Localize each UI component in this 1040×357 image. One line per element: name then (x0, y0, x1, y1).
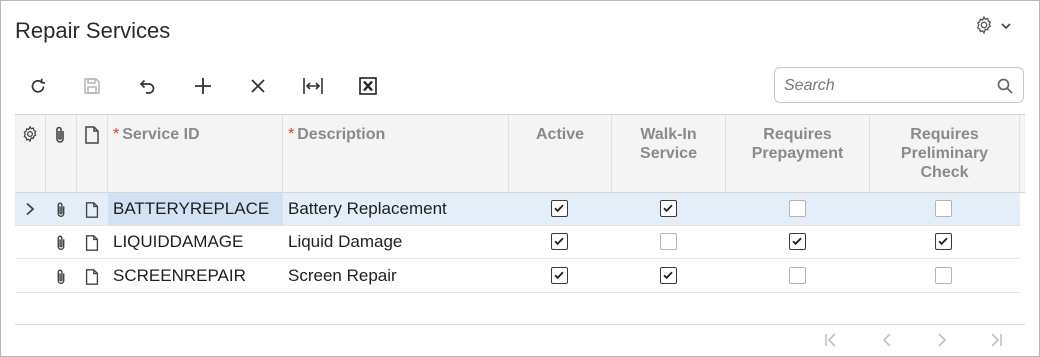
search-input[interactable] (784, 76, 984, 96)
add-button[interactable] (187, 74, 219, 102)
undo-icon (137, 76, 157, 101)
fit-width-icon (302, 76, 324, 101)
table-row[interactable]: BATTERYREPLACE Battery Replacement (15, 193, 1020, 226)
table-row[interactable]: SCREENREPAIR Screen Repair (15, 260, 1020, 293)
previous-page-button[interactable] (876, 332, 898, 352)
page-settings-menu[interactable] (974, 15, 1012, 40)
note-icon (84, 125, 100, 145)
active-checkbox[interactable] (551, 200, 568, 217)
fit-columns-button[interactable] (297, 74, 329, 102)
description-cell[interactable]: Screen Repair (288, 260, 397, 292)
active-checkbox[interactable] (551, 267, 568, 284)
grid-footer-divider (15, 324, 1025, 325)
row-expand-chevron-icon[interactable] (24, 202, 36, 221)
column-settings-header[interactable] (15, 115, 46, 193)
delete-button[interactable] (242, 74, 274, 102)
paperclip-icon[interactable] (54, 234, 68, 257)
previous-page-icon (878, 331, 896, 354)
requires-prepayment-checkbox[interactable] (789, 200, 806, 217)
page-title: Repair Services (15, 18, 171, 43)
description-cell[interactable]: Battery Replacement (288, 193, 447, 225)
export-excel-button[interactable] (352, 74, 384, 102)
table-row[interactable]: LIQUIDDAMAGE Liquid Damage (15, 226, 1020, 259)
plus-icon (193, 76, 213, 101)
save-button[interactable] (76, 74, 108, 102)
active-checkbox[interactable] (551, 233, 568, 250)
walk-in-service-checkbox[interactable] (660, 200, 677, 217)
column-header-description[interactable]: * Description (283, 115, 509, 193)
save-icon (82, 76, 102, 101)
column-header-active[interactable]: Active (509, 115, 612, 193)
excel-icon (359, 76, 377, 100)
note-icon[interactable] (84, 268, 100, 291)
last-page-button[interactable] (985, 332, 1007, 352)
attachments-header (46, 115, 77, 193)
paperclip-icon (53, 125, 67, 145)
service-id-cell[interactable]: BATTERYREPLACE (113, 193, 269, 225)
first-page-button[interactable] (820, 332, 842, 352)
refresh-icon (28, 76, 48, 101)
search-box (774, 67, 1024, 103)
column-header-service-id[interactable]: * Service ID (108, 115, 283, 193)
walk-in-service-checkbox[interactable] (660, 233, 677, 250)
note-icon[interactable] (84, 201, 100, 224)
note-icon[interactable] (84, 234, 100, 257)
notes-header (77, 115, 108, 193)
paperclip-icon[interactable] (54, 201, 68, 224)
requires-preliminary-check-checkbox[interactable] (935, 200, 952, 217)
requires-preliminary-check-checkbox[interactable] (935, 233, 952, 250)
close-icon (249, 77, 267, 100)
last-page-icon (987, 331, 1005, 354)
search-icon[interactable] (997, 78, 1013, 99)
requires-prepayment-checkbox[interactable] (789, 233, 806, 250)
grid-header: * Service ID * Description Active Walk-In … (15, 115, 1025, 193)
column-header-walk-in-service[interactable]: Walk-In Service (612, 115, 726, 193)
next-page-icon (933, 331, 951, 354)
requires-prepayment-checkbox[interactable] (789, 267, 806, 284)
walk-in-service-checkbox[interactable] (660, 267, 677, 284)
chevron-down-icon (1000, 19, 1012, 37)
first-page-icon (822, 331, 840, 354)
description-cell[interactable]: Liquid Damage (288, 226, 402, 258)
paperclip-icon[interactable] (54, 268, 68, 291)
column-header-requires-prepayment[interactable]: Requires Prepayment (726, 115, 870, 193)
next-page-button[interactable] (931, 332, 953, 352)
gear-icon (21, 125, 39, 143)
gear-icon (974, 15, 994, 40)
requires-preliminary-check-checkbox[interactable] (935, 267, 952, 284)
column-header-requires-preliminary-check[interactable]: Requires Preliminary Check (870, 115, 1020, 193)
service-id-cell[interactable]: SCREENREPAIR (113, 260, 246, 292)
refresh-button[interactable] (22, 74, 54, 102)
service-id-cell[interactable]: LIQUIDDAMAGE (113, 226, 243, 258)
undo-button[interactable] (131, 74, 163, 102)
